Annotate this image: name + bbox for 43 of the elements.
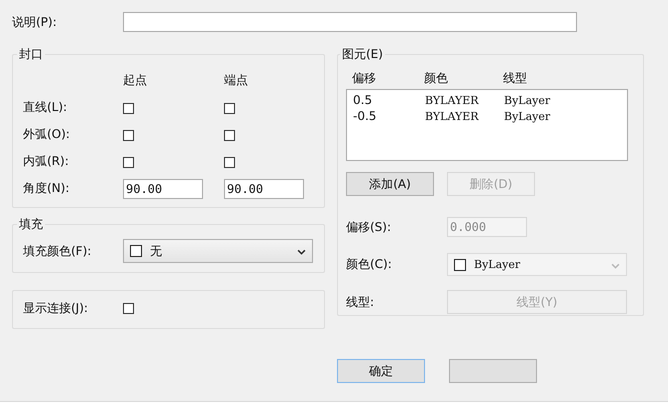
description-label: 说明(P): — [12, 14, 58, 30]
checkbox[interactable] — [123, 102, 134, 114]
fill-group-title: 填充 — [18, 216, 44, 233]
linetype-label: 线型: — [346, 294, 376, 310]
list-cell-text: BYLAYER — [425, 94, 480, 106]
checkbox[interactable] — [224, 130, 235, 141]
checkbox[interactable] — [123, 130, 134, 141]
show-joints-label: 显示连接(J): — [23, 300, 89, 317]
row-label: 内弧(R): — [23, 153, 70, 170]
elements-group-title: 图元(E) — [341, 46, 384, 63]
list-action-button[interactable]: 添加(A) — [346, 172, 434, 196]
list-cell-text: ByLayer — [504, 110, 552, 122]
angle-field[interactable]: 90.00 — [123, 178, 203, 198]
list-cell-text: BYLAYER — [425, 110, 480, 122]
swatch-icon — [454, 258, 466, 270]
chevron-down-icon — [297, 249, 306, 255]
row-label: 直线(L): — [23, 99, 68, 116]
row-label: 外弧(O): — [23, 126, 71, 143]
offset-label: 偏移(S): — [346, 218, 392, 236]
list-cell-text: 0.5 — [353, 93, 374, 107]
ok-button[interactable]: 确定 — [337, 359, 425, 383]
color-dropdown[interactable]: ByLayer — [447, 253, 627, 276]
description-field[interactable] — [123, 12, 577, 32]
list-cell-text: -0.5 — [353, 109, 378, 123]
checkbox[interactable] — [123, 303, 134, 314]
color-label: 颜色(C): — [346, 256, 393, 273]
elements-list[interactable]: 0.5 BYLAYER ByLayer -0.5 BYLAYER ByLayer — [346, 89, 628, 161]
list-cell-text: ByLayer — [504, 94, 552, 106]
column-header: 起点 — [123, 72, 148, 89]
row-label: 角度(N): — [23, 180, 70, 197]
column-header: 偏移 — [352, 70, 377, 86]
fill-color-dropdown[interactable]: 无 — [123, 239, 313, 263]
checkbox[interactable] — [224, 102, 235, 114]
caps-group-title: 封口 — [18, 46, 44, 63]
column-header: 线型 — [503, 70, 528, 86]
checkbox[interactable] — [123, 156, 134, 168]
angle-field[interactable]: 90.00 — [224, 178, 304, 198]
column-header: 端点 — [224, 72, 249, 89]
chevron-down-icon — [611, 263, 620, 269]
fill-color-label: 填充颜色(F): — [23, 242, 92, 260]
column-header: 颜色 — [424, 70, 449, 86]
swatch-icon — [130, 245, 142, 257]
checkbox[interactable] — [224, 156, 235, 168]
